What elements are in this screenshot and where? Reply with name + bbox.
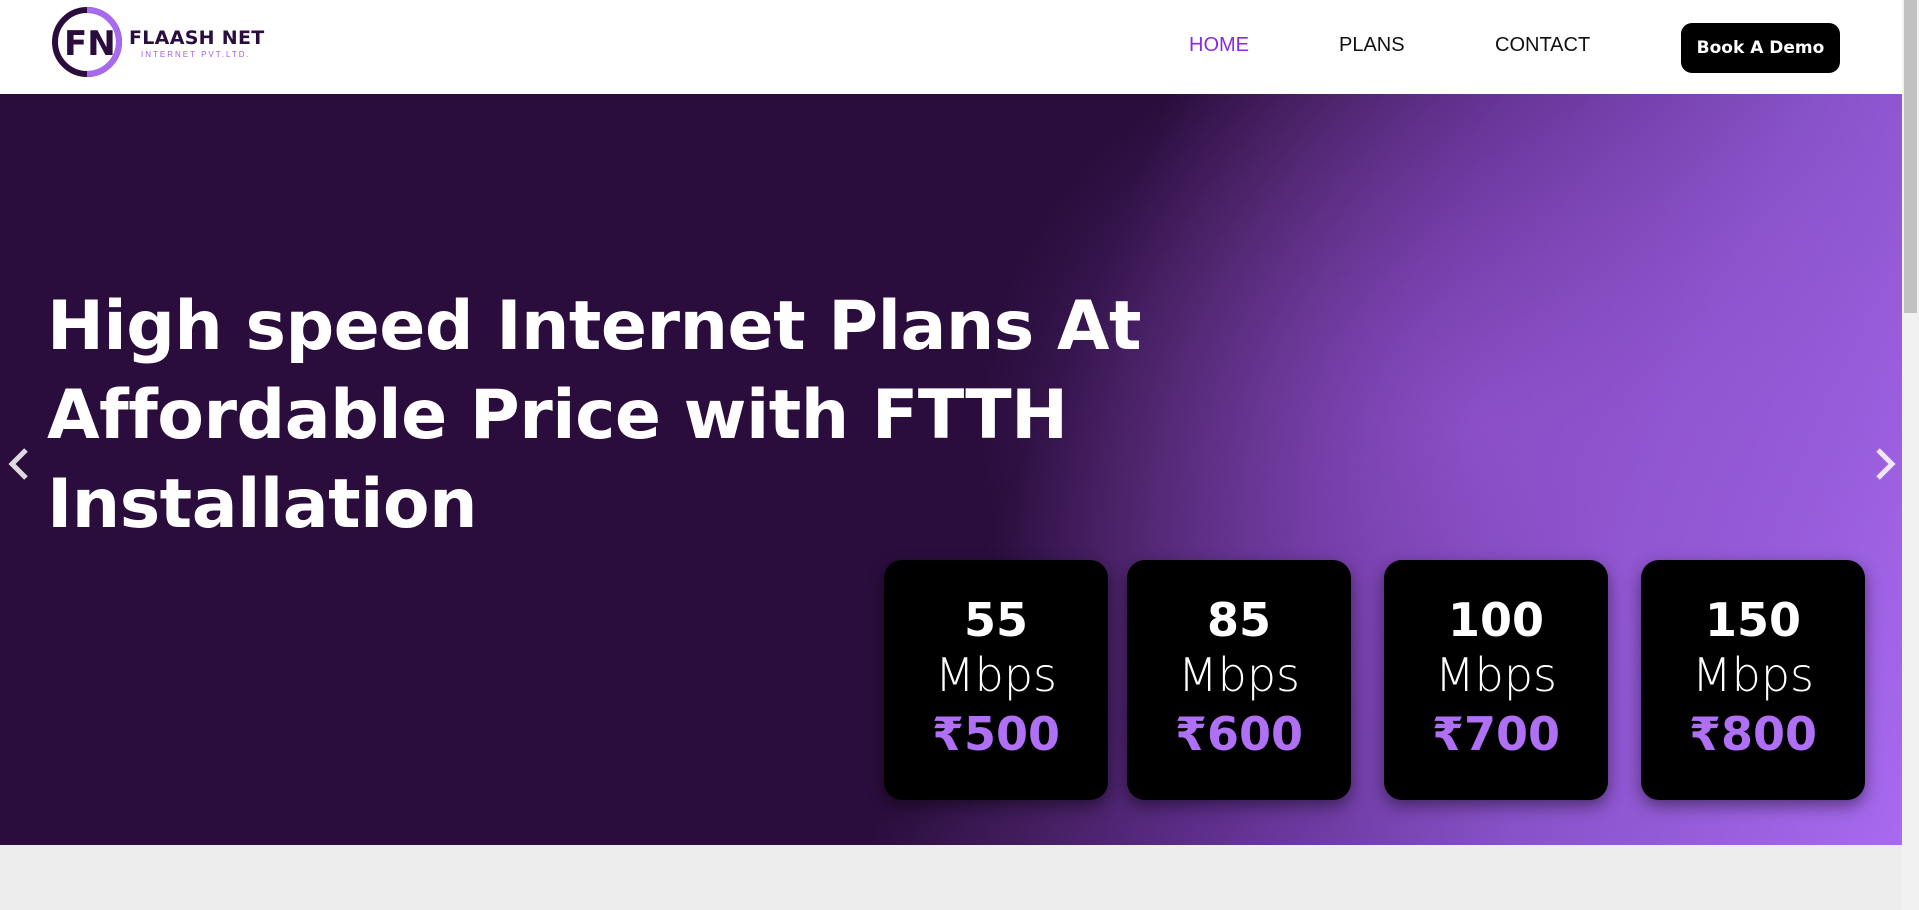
plan-card-55[interactable]: 55 Mbps ₹500 bbox=[884, 560, 1108, 800]
plan-price: ₹500 bbox=[931, 707, 1061, 761]
plan-card-100[interactable]: 100 Mbps ₹700 bbox=[1384, 560, 1608, 800]
carousel-prev-button[interactable] bbox=[4, 444, 34, 484]
flaash-net-logo-icon: FN bbox=[51, 6, 123, 78]
book-demo-button[interactable]: Book A Demo bbox=[1681, 23, 1840, 73]
hero-carousel: High speed Internet Plans At Affordable … bbox=[0, 94, 1902, 845]
plan-price: ₹800 bbox=[1688, 707, 1818, 761]
plan-speed: 85 bbox=[1206, 593, 1271, 647]
nav-contact[interactable]: CONTACT bbox=[1495, 34, 1590, 57]
plan-speed: 150 bbox=[1704, 593, 1802, 647]
plan-unit: Mbps bbox=[1177, 648, 1301, 702]
logo-subtitle: INTERNET PVT.LTD. bbox=[141, 50, 251, 59]
hero-title-line-1: High speed Internet Plans At bbox=[47, 287, 1142, 366]
hero-title-line-3: Installation bbox=[47, 465, 478, 544]
plan-speed: 100 bbox=[1447, 593, 1545, 647]
chevron-left-icon bbox=[8, 448, 28, 480]
carousel-next-button[interactable] bbox=[1870, 444, 1900, 484]
logo[interactable]: FN FLAASH NET INTERNET PVT.LTD. bbox=[51, 6, 265, 78]
plan-unit: Mbps bbox=[1691, 648, 1815, 702]
logo-name: FLAASH NET bbox=[129, 27, 265, 49]
nav-plans[interactable]: PLANS bbox=[1339, 34, 1405, 57]
svg-text:FN: FN bbox=[64, 24, 116, 64]
hero-title: High speed Internet Plans At Affordable … bbox=[47, 282, 1147, 549]
plan-price: ₹600 bbox=[1174, 707, 1304, 761]
plan-speed: 55 bbox=[963, 593, 1028, 647]
page-scrollbar[interactable] bbox=[1902, 0, 1919, 910]
scrollbar-thumb[interactable] bbox=[1904, 0, 1917, 313]
chevron-right-icon bbox=[1876, 448, 1896, 480]
site-header: FN FLAASH NET INTERNET PVT.LTD. HOME PLA… bbox=[0, 0, 1902, 94]
plan-card-85[interactable]: 85 Mbps ₹600 bbox=[1127, 560, 1351, 800]
plan-unit: Mbps bbox=[1434, 648, 1558, 702]
plan-price: ₹700 bbox=[1431, 707, 1561, 761]
plan-card-150[interactable]: 150 Mbps ₹800 bbox=[1641, 560, 1865, 800]
hero-title-line-2: Affordable Price with FTTH bbox=[47, 376, 1068, 455]
nav-home[interactable]: HOME bbox=[1189, 34, 1249, 57]
plan-unit: Mbps bbox=[934, 648, 1058, 702]
